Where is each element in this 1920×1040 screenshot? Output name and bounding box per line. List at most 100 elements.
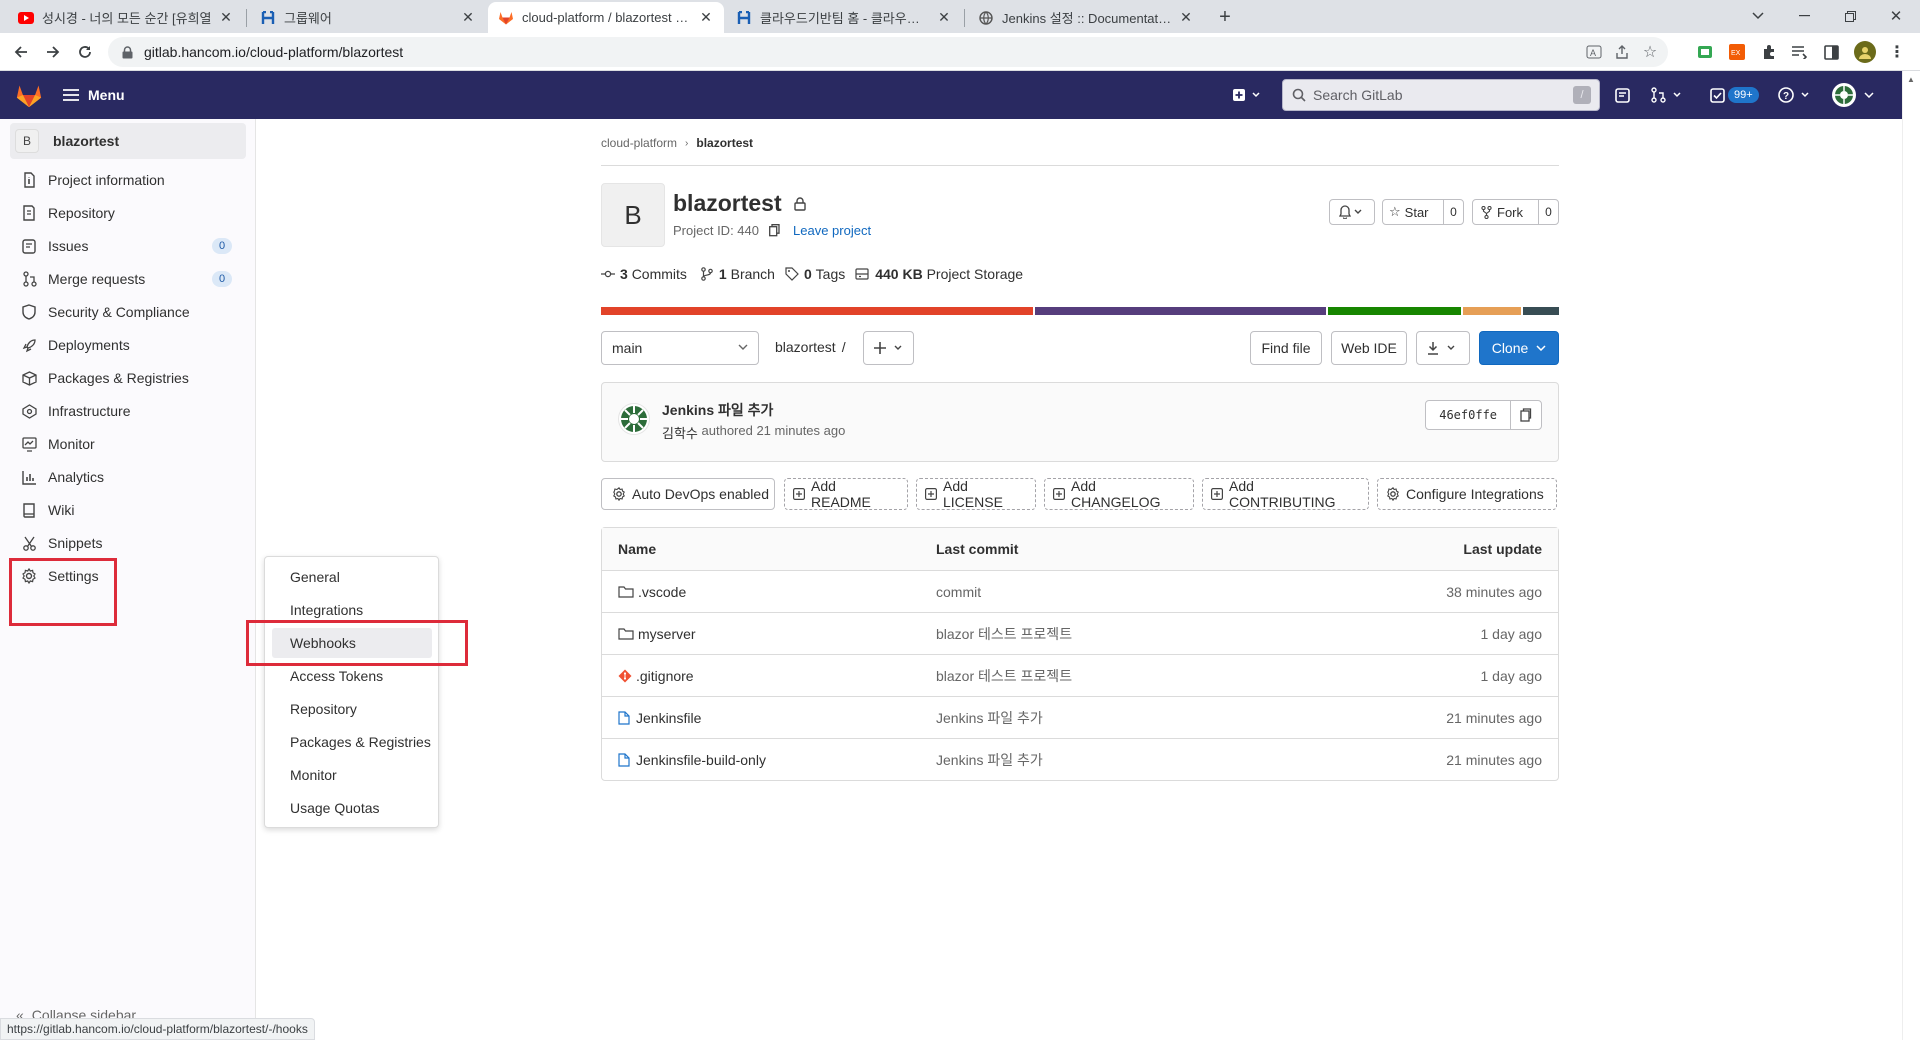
search-input[interactable]: Search GitLab / (1282, 79, 1600, 111)
auto-devops-button[interactable]: Auto DevOps enabled (601, 478, 775, 510)
user-menu[interactable] (1832, 82, 1876, 108)
new-dropdown[interactable] (1230, 85, 1266, 105)
merge-requests-dropdown[interactable] (1648, 85, 1688, 105)
commits-stat[interactable]: 3 Commits (601, 266, 687, 282)
reading-list-icon[interactable] (1790, 43, 1808, 61)
window-close-icon[interactable]: ✕ (1886, 6, 1906, 26)
browser-tab-jenkins-docs[interactable]: Jenkins 설정 :: Documentation f ✕ (968, 2, 1204, 33)
file-name-cell[interactable]: myserver (618, 626, 696, 642)
file-last-commit[interactable]: blazor 테스트 프로젝트 (936, 666, 1072, 686)
add-changelog-button[interactable]: Add CHANGELOG (1044, 478, 1194, 510)
file-last-commit[interactable]: blazor 테스트 프로젝트 (936, 624, 1072, 644)
todos-button[interactable]: 99+ (1708, 85, 1759, 105)
sidebar-item-snippets[interactable]: Snippets (10, 528, 246, 558)
add-readme-button[interactable]: Add README (784, 478, 908, 510)
tags-stat[interactable]: 0 Tags (785, 266, 845, 282)
find-file-button[interactable]: Find file (1250, 331, 1322, 365)
file-last-commit[interactable]: Jenkins 파일 추가 (936, 708, 1043, 728)
address-bar[interactable]: gitlab.hancom.io/cloud-platform/blazorte… (108, 37, 1668, 67)
extension-orange-icon[interactable]: EX (1728, 43, 1746, 61)
branch-stat[interactable]: 1 Branch (701, 266, 775, 282)
clone-dropdown[interactable]: Clone (1479, 331, 1559, 365)
browser-tab-cloud-team[interactable]: 클라우드기반팀 홈 - 클라우드기 ✕ (726, 2, 962, 33)
configure-integrations-button[interactable]: Configure Integrations (1377, 478, 1557, 510)
flyout-item-general[interactable]: General (272, 562, 432, 592)
browser-menu-icon[interactable]: ⋮ (1889, 43, 1905, 61)
language-bar-segment[interactable] (1328, 307, 1461, 315)
sidebar-item-infrastructure[interactable]: Infrastructure (10, 396, 246, 426)
sidebar-project-header[interactable]: B blazortest (10, 123, 246, 159)
flyout-item-monitor[interactable]: Monitor (272, 760, 432, 790)
back-icon[interactable] (10, 41, 32, 63)
extensions-puzzle-icon[interactable] (1760, 43, 1778, 61)
add-contributing-button[interactable]: Add CONTRIBUTING (1202, 478, 1369, 510)
reload-icon[interactable] (74, 41, 96, 63)
tab-search-icon[interactable] (1748, 6, 1768, 26)
language-bar-segment[interactable] (601, 307, 1033, 315)
sidebar-item-repository[interactable]: Repository (10, 198, 246, 228)
add-license-button[interactable]: Add LICENSE (916, 478, 1036, 510)
flyout-item-usage-quotas[interactable]: Usage Quotas (272, 793, 432, 823)
sidebar-item-packages-registries[interactable]: Packages & Registries (10, 363, 246, 393)
table-row[interactable]: .gitignore blazor 테스트 프로젝트 1 day ago (602, 654, 1558, 696)
gitlab-logo[interactable] (14, 81, 44, 109)
file-name-cell[interactable]: .gitignore (618, 668, 694, 684)
flyout-item-packages-registries[interactable]: Packages & Registries (272, 727, 432, 757)
language-bar-segment[interactable] (1035, 307, 1326, 315)
copy-sha-icon[interactable] (1511, 401, 1541, 429)
help-dropdown[interactable]: ? (1776, 85, 1816, 105)
close-icon[interactable]: ✕ (460, 9, 476, 26)
sidebar-item-monitor[interactable]: Monitor (10, 429, 246, 459)
menu-button[interactable]: Menu (62, 84, 125, 106)
page-scrollbar[interactable]: ▲ (1902, 71, 1920, 1040)
close-icon[interactable]: ✕ (936, 9, 952, 26)
star-count[interactable]: 0 (1443, 200, 1463, 224)
storage-stat[interactable]: 440 KB Project Storage (855, 266, 1023, 282)
lock-icon[interactable] (120, 45, 134, 59)
file-last-commit[interactable]: commit (936, 584, 981, 600)
sidebar-item-deployments[interactable]: Deployments (10, 330, 246, 360)
language-bar-segment[interactable] (1463, 307, 1521, 315)
restore-icon[interactable] (1840, 6, 1860, 26)
extension-green-icon[interactable] (1696, 43, 1714, 61)
sidebar-item-security-compliance[interactable]: Security & Compliance (10, 297, 246, 327)
table-row[interactable]: .vscode commit 38 minutes ago (602, 570, 1558, 612)
sidebar-item-analytics[interactable]: Analytics (10, 462, 246, 492)
minimize-icon[interactable] (1794, 6, 1814, 26)
forward-icon[interactable] (42, 41, 64, 63)
language-bar-segment[interactable] (1523, 307, 1559, 315)
share-icon[interactable] (1614, 44, 1630, 60)
add-to-tree-dropdown[interactable] (863, 331, 914, 365)
sidebar-item-wiki[interactable]: Wiki (10, 495, 246, 525)
scroll-up-arrow[interactable]: ▲ (1907, 75, 1915, 84)
close-icon[interactable]: ✕ (218, 9, 234, 26)
copy-icon[interactable] (767, 222, 781, 238)
sidebar-item-issues[interactable]: Issues 0 (10, 231, 246, 261)
close-icon[interactable]: ✕ (698, 9, 714, 26)
browser-tab-youtube[interactable]: 성시경 - 너의 모든 순간 [유희열 ✕ (8, 2, 244, 33)
file-name-cell[interactable]: .vscode (618, 584, 686, 600)
sidebar-item-merge-requests[interactable]: Merge requests 0 (10, 264, 246, 294)
browser-tab-groupware[interactable]: 그룹웨어 ✕ (250, 2, 486, 33)
side-panel-icon[interactable] (1822, 43, 1840, 61)
file-last-commit[interactable]: Jenkins 파일 추가 (936, 750, 1043, 770)
table-row[interactable]: Jenkinsfile Jenkins 파일 추가 21 minutes ago (602, 696, 1558, 738)
bookmark-star-icon[interactable]: ☆ (1642, 44, 1658, 61)
breadcrumb-group[interactable]: cloud-platform (601, 136, 677, 150)
table-row[interactable]: myserver blazor 테스트 프로젝트 1 day ago (602, 612, 1558, 654)
web-ide-button[interactable]: Web IDE (1331, 331, 1407, 365)
repo-path-root[interactable]: blazortest (775, 339, 836, 355)
issues-icon[interactable] (1612, 85, 1632, 105)
fork-button[interactable]: Fork 0 (1472, 199, 1559, 225)
file-name-cell[interactable]: Jenkinsfile (618, 710, 701, 726)
leave-project-link[interactable]: Leave project (793, 223, 871, 238)
flyout-item-repository[interactable]: Repository (272, 694, 432, 724)
breadcrumb-project[interactable]: blazortest (696, 136, 753, 150)
branch-selector[interactable]: main (601, 331, 759, 365)
file-name-cell[interactable]: Jenkinsfile-build-only (618, 752, 766, 768)
commit-author[interactable]: 김학수 (662, 423, 698, 442)
profile-avatar[interactable] (1854, 41, 1876, 63)
translate-icon[interactable]: A (1586, 44, 1602, 60)
table-row[interactable]: Jenkinsfile-build-only Jenkins 파일 추가 21 … (602, 738, 1558, 780)
browser-tab-gitlab[interactable]: cloud-platform / blazortest · Git ✕ (488, 2, 724, 33)
